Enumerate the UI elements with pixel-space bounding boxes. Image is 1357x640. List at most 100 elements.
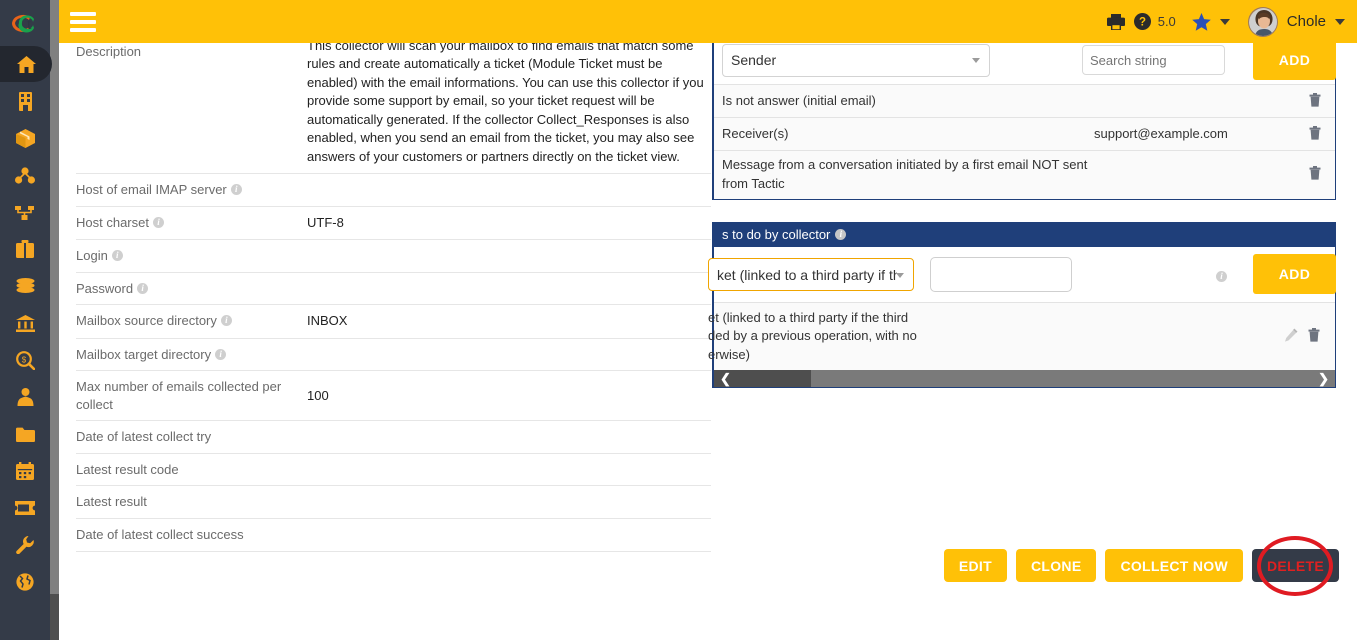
header-right-tools: ? 5.0 Chole	[1106, 6, 1357, 37]
trash-icon[interactable]	[1308, 328, 1320, 345]
trash-icon[interactable]	[1309, 125, 1321, 143]
pencil-icon[interactable]	[1284, 328, 1298, 345]
form-label: Latest result code	[76, 454, 303, 486]
form-row-mailbox-target: Mailbox target directory i	[76, 339, 711, 372]
trash-icon[interactable]	[1309, 92, 1321, 110]
info-icon[interactable]: i	[111, 250, 123, 262]
trash-icon[interactable]	[1309, 166, 1321, 183]
svg-text:t: t	[27, 16, 32, 33]
form-label: Description	[76, 36, 303, 173]
form-value	[303, 519, 711, 551]
form-value: INBOX	[307, 313, 348, 329]
form-label-text: Host of email IMAP server	[76, 182, 227, 198]
info-icon[interactable]: i	[230, 184, 242, 196]
ticket-icon	[15, 501, 35, 515]
search-string-input[interactable]	[1082, 45, 1225, 75]
calendar-icon	[16, 462, 34, 480]
sidebar-item-globe[interactable]	[0, 564, 50, 600]
page-vertical-scrollbar[interactable]	[50, 0, 59, 640]
form-row-max-emails: Max number of emails collected per colle…	[76, 371, 711, 422]
rule-name: Receiver(s)	[722, 125, 789, 141]
scrollbar-thumb[interactable]	[50, 594, 59, 640]
collector-rules-panel: Sender ADD Is not answer (initial email)	[712, 36, 1336, 200]
info-icon[interactable]: i	[137, 282, 149, 294]
user-tie-icon	[17, 388, 34, 406]
sidebar-item-finance[interactable]	[0, 268, 50, 304]
form-label-text: Latest result code	[76, 461, 179, 477]
svg-text:$: $	[21, 355, 26, 364]
actions-controls: ket (linked to a third party if the thi.…	[708, 247, 1336, 302]
top-header: ? 5.0 Chole	[59, 0, 1357, 43]
svg-text:?: ?	[1139, 17, 1146, 29]
clone-button[interactable]: CLONE	[1015, 549, 1097, 582]
form-value	[303, 174, 711, 206]
sidebar-item-business[interactable]	[0, 231, 50, 267]
sidebar-item-search-money[interactable]: $	[0, 342, 50, 378]
info-icon[interactable]: i	[1216, 270, 1227, 282]
form-row-imap-host: Host of email IMAP server i	[76, 174, 711, 207]
action-type-select[interactable]: ket (linked to a third party if the thi.…	[708, 258, 914, 291]
form-label-text: Login	[76, 248, 108, 264]
rule-type-select[interactable]: Sender	[722, 43, 990, 77]
form-row-latest-collect-try: Date of latest collect try	[76, 421, 711, 454]
main-content: Description This collector will scan you…	[59, 0, 1357, 640]
version-label: 5.0	[1157, 14, 1176, 29]
box-icon	[15, 128, 35, 148]
form-label-text: Latest result	[76, 494, 147, 510]
sitemap-icon	[15, 204, 35, 221]
sidebar-item-workflow[interactable]	[0, 194, 50, 230]
info-icon[interactable]: i	[220, 315, 232, 327]
form-label: Latest result	[76, 486, 303, 518]
add-rule-button[interactable]: ADD	[1253, 40, 1336, 80]
actions-horizontal-scrollbar[interactable]: ❮ ❯	[714, 370, 1335, 388]
sidebar-item-files[interactable]	[0, 416, 50, 452]
info-icon[interactable]: i	[152, 216, 164, 228]
sidebar-item-network[interactable]	[0, 157, 50, 193]
user-chevron-down-icon[interactable]	[1335, 18, 1345, 25]
collect-now-button[interactable]: COLLECT NOW	[1105, 549, 1243, 582]
sidebar-item-contacts[interactable]	[0, 379, 50, 415]
tactic-logo[interactable]: t	[0, 0, 50, 46]
printer-icon[interactable]	[1106, 13, 1125, 30]
chevron-down-icon	[896, 272, 904, 278]
folder-icon	[15, 427, 35, 442]
sidebar-item-tickets[interactable]	[0, 490, 50, 526]
form-label: Mailbox source directory i	[76, 305, 303, 337]
bank-icon	[15, 314, 35, 332]
form-row-latest-result-code: Latest result code	[76, 454, 711, 487]
sidebar-item-organization[interactable]	[0, 83, 50, 119]
search-dollar-icon: $	[15, 350, 35, 370]
app-root: t $ Description This collector will scan…	[0, 0, 1357, 640]
coins-icon	[16, 278, 35, 294]
delete-button[interactable]: DELETE	[1251, 549, 1339, 582]
home-icon	[16, 55, 36, 73]
sidebar-item-accounting[interactable]	[0, 305, 50, 341]
action-parameter-input[interactable]	[930, 257, 1072, 292]
sidebar-item-products[interactable]	[0, 120, 50, 156]
form-label: Host charset i	[76, 207, 303, 239]
info-icon[interactable]: i	[835, 229, 847, 240]
sidebar-item-tools[interactable]	[0, 527, 50, 563]
add-action-button[interactable]: ADD	[1253, 254, 1336, 294]
form-label-text: Mailbox source directory	[76, 313, 217, 329]
star-chevron-down-icon[interactable]	[1219, 18, 1230, 25]
form-value	[303, 421, 711, 453]
footer-button-bar: EDIT CLONE COLLECT NOW DELETE	[943, 535, 1339, 596]
hamburger-menu-icon[interactable]	[70, 11, 96, 32]
star-icon[interactable]	[1191, 12, 1211, 31]
chevron-right-icon[interactable]: ❯	[1312, 370, 1335, 387]
chevron-down-icon	[972, 58, 980, 63]
rule-actions	[1295, 92, 1335, 110]
user-avatar[interactable]	[1247, 6, 1278, 37]
sidebar-item-home[interactable]	[0, 46, 52, 82]
sidebar-item-calendar[interactable]	[0, 453, 50, 489]
network-nodes-icon	[15, 166, 35, 184]
briefcase-icon	[16, 240, 34, 258]
chevron-left-icon[interactable]: ❮	[714, 370, 737, 387]
info-icon[interactable]: i	[215, 348, 227, 360]
form-label: Host of email IMAP server i	[76, 174, 303, 206]
form-value: UTF-8	[307, 214, 344, 230]
form-value: 100	[307, 387, 329, 403]
edit-button[interactable]: EDIT	[943, 549, 1007, 582]
help-circle-icon[interactable]: ?	[1133, 13, 1151, 30]
